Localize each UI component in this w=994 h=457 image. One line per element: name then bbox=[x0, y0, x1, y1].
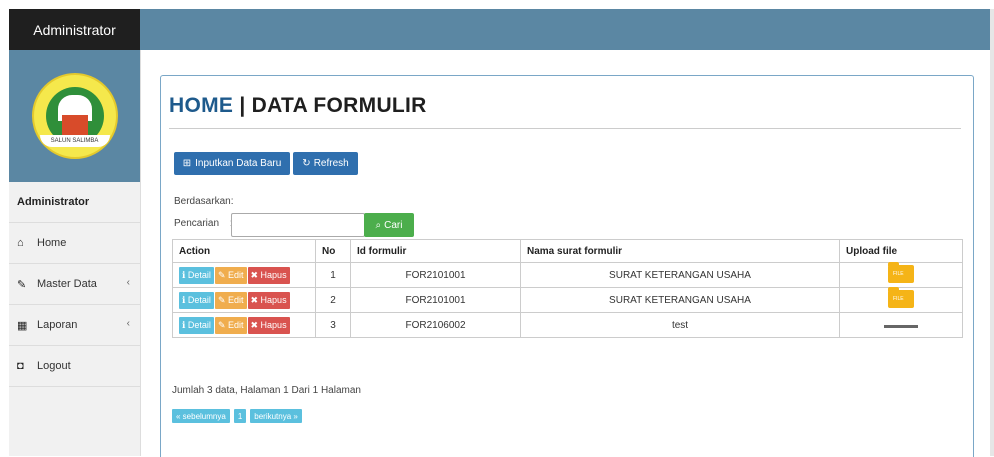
title-page: DATA FORMULIR bbox=[251, 94, 427, 117]
table-row: ℹ Detail ✎ Edit ✖ Hapus 3 FOR2106002 tes… bbox=[172, 312, 963, 338]
col-id: Id formulir bbox=[350, 239, 521, 263]
sidebar-item-label: Laporan bbox=[37, 319, 78, 331]
logo-ribbon: SALUN SALIMBA bbox=[39, 135, 110, 147]
col-action: Action bbox=[172, 239, 316, 263]
title-divider bbox=[169, 128, 961, 129]
edit-button[interactable]: ✎ Edit bbox=[214, 291, 247, 309]
search-input[interactable] bbox=[231, 213, 365, 237]
image-thumbnail[interactable] bbox=[884, 324, 918, 328]
refresh-label: Refresh bbox=[313, 158, 349, 169]
search-button-label: Cari bbox=[384, 219, 403, 231]
regency-logo: SALUN SALIMBA bbox=[31, 73, 118, 159]
table-header-row: Action No Id formulir Nama surat formuli… bbox=[172, 239, 963, 263]
row-actions: ℹ Detail ✎ Edit ✖ Hapus bbox=[172, 287, 316, 313]
cell-nama: test bbox=[520, 312, 840, 338]
edit-button[interactable]: ✎ Edit bbox=[214, 266, 247, 284]
chevron-left-icon: ‹ bbox=[126, 318, 130, 329]
cell-upload bbox=[839, 312, 963, 338]
title-separator: | bbox=[233, 94, 252, 117]
home-icon: ⌂ bbox=[17, 237, 24, 249]
delete-button[interactable]: ✖ Hapus bbox=[247, 291, 290, 309]
refresh-button[interactable]: ↻ Refresh bbox=[293, 152, 358, 175]
cell-id: FOR2106002 bbox=[350, 312, 521, 338]
folder-icon[interactable]: FILE bbox=[888, 286, 914, 308]
sidebar-role: Administrator bbox=[9, 182, 140, 223]
page-title: HOME | DATA FORMULIR bbox=[169, 94, 427, 118]
folder-icon[interactable]: FILE bbox=[888, 261, 914, 283]
cell-id: FOR2101001 bbox=[350, 262, 521, 288]
delete-button[interactable]: ✖ Hapus bbox=[247, 316, 290, 334]
col-upload: Upload file bbox=[839, 239, 963, 263]
delete-button[interactable]: ✖ Hapus bbox=[247, 266, 290, 284]
cell-nama: SURAT KETERANGAN USAHA bbox=[520, 287, 840, 313]
sidebar-item-label: Logout bbox=[37, 360, 71, 372]
cell-no: 1 bbox=[315, 262, 351, 288]
add-new-button[interactable]: ⊞ Inputkan Data Baru bbox=[174, 152, 290, 175]
edit-icon: ✎ bbox=[17, 278, 27, 291]
sidebar-item-master-data[interactable]: ✎ Master Data ‹ bbox=[9, 264, 140, 305]
sidebar-item-label: Home bbox=[37, 237, 67, 249]
sidebar-item-label: Master Data bbox=[37, 278, 97, 290]
filter-label: Berdasarkan: bbox=[174, 196, 234, 207]
pagination: « sebelumnya 1 berikutnya » bbox=[172, 409, 302, 423]
logo-area: SALUN SALIMBA bbox=[9, 50, 140, 182]
sidebar-item-home[interactable]: ⌂ Home bbox=[9, 223, 140, 264]
cell-no: 2 bbox=[315, 287, 351, 313]
chevron-left-icon: ‹ bbox=[126, 277, 130, 288]
search-icon: ⌕ bbox=[375, 219, 382, 231]
sidebar-item-laporan[interactable]: ▦ Laporan ‹ bbox=[9, 305, 140, 346]
page-1-button[interactable]: 1 bbox=[233, 409, 247, 423]
col-no: No bbox=[315, 239, 351, 263]
pagination-summary: Jumlah 3 data, Halaman 1 Dari 1 Halaman bbox=[172, 385, 361, 396]
cell-id: FOR2101001 bbox=[350, 287, 521, 313]
table-row: ℹ Detail ✎ Edit ✖ Hapus 1 FOR2101001 SUR… bbox=[172, 261, 963, 288]
search-label: Pencarian : bbox=[174, 218, 233, 229]
refresh-icon: ↻ bbox=[302, 158, 311, 169]
col-nama: Nama surat formulir bbox=[520, 239, 840, 263]
detail-button[interactable]: ℹ Detail bbox=[179, 316, 214, 334]
row-actions: ℹ Detail ✎ Edit ✖ Hapus bbox=[172, 262, 316, 288]
logout-icon: ◘ bbox=[17, 360, 24, 372]
next-page-button[interactable]: berikutnya » bbox=[250, 409, 302, 423]
page-scrollbar[interactable] bbox=[990, 9, 994, 456]
detail-button[interactable]: ℹ Detail bbox=[179, 266, 214, 284]
plus-square-icon: ⊞ bbox=[182, 158, 192, 169]
table-row: ℹ Detail ✎ Edit ✖ Hapus 2 FOR2101001 SUR… bbox=[172, 286, 963, 313]
title-home: HOME bbox=[169, 94, 234, 117]
sidebar: Administrator SALUN SALIMBA Administrato… bbox=[9, 9, 141, 456]
formulir-table: Action No Id formulir Nama surat formuli… bbox=[172, 239, 963, 338]
prev-page-button[interactable]: « sebelumnya bbox=[172, 409, 230, 423]
detail-button[interactable]: ℹ Detail bbox=[179, 291, 214, 309]
sidebar-item-logout[interactable]: ◘ Logout bbox=[9, 346, 140, 387]
cell-upload: FILE bbox=[839, 261, 963, 288]
row-actions: ℹ Detail ✎ Edit ✖ Hapus bbox=[172, 312, 316, 338]
cell-upload: FILE bbox=[839, 286, 963, 313]
add-new-label: Inputkan Data Baru bbox=[195, 158, 282, 169]
cell-nama: SURAT KETERANGAN USAHA bbox=[520, 262, 840, 288]
edit-button[interactable]: ✎ Edit bbox=[214, 316, 247, 334]
calendar-icon: ▦ bbox=[17, 319, 28, 332]
cell-no: 3 bbox=[315, 312, 351, 338]
search-button[interactable]: ⌕ Cari bbox=[364, 213, 414, 237]
top-navbar bbox=[140, 9, 990, 50]
sidebar-title: Administrator bbox=[9, 9, 140, 50]
content-panel: HOME | DATA FORMULIR ⊞ Inputkan Data Bar… bbox=[160, 75, 974, 457]
window-top-strip bbox=[0, 0, 994, 9]
